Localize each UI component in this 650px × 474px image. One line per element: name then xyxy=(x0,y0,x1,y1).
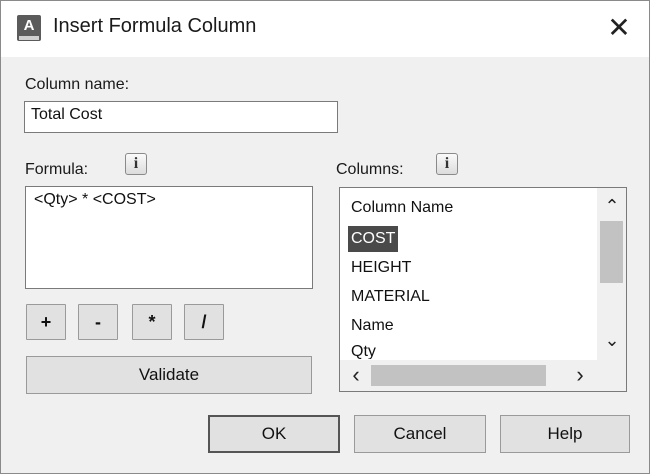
plus-operator-button[interactable]: + xyxy=(26,304,66,340)
column-name-label: Column name: xyxy=(25,76,130,93)
columns-label: Columns: xyxy=(336,161,404,178)
column-name-input[interactable]: Total Cost xyxy=(24,101,338,133)
scroll-down-icon[interactable]: ⌄ xyxy=(602,330,622,350)
column-list-item-selected[interactable]: COST xyxy=(348,226,399,252)
column-list-item[interactable]: Column Name xyxy=(348,195,456,221)
app-icon-letter: A xyxy=(23,17,35,34)
validate-button[interactable]: Validate xyxy=(26,356,312,394)
columns-listbox[interactable]: Column Name COST HEIGHT MATERIAL Name Qt… xyxy=(339,187,627,392)
multiply-operator-button[interactable]: * xyxy=(132,304,172,340)
column-list-item[interactable]: Qty xyxy=(348,341,379,359)
formula-info-icon[interactable]: i xyxy=(125,153,147,175)
column-list-item[interactable]: MATERIAL xyxy=(348,284,433,310)
title-bar: A Insert Formula Column ✕ xyxy=(1,1,649,57)
formula-label: Formula: xyxy=(25,161,89,178)
minus-operator-button[interactable]: - xyxy=(78,304,118,340)
column-list-item[interactable]: Name xyxy=(348,313,397,339)
dialog-title: Insert Formula Column xyxy=(53,15,257,37)
app-icon: A xyxy=(17,15,41,41)
cancel-button[interactable]: Cancel xyxy=(354,415,486,453)
formula-input[interactable]: <Qty> * <COST> xyxy=(25,186,313,289)
scrollbar-corner xyxy=(597,360,626,391)
close-button[interactable]: ✕ xyxy=(601,11,637,47)
ok-button[interactable]: OK xyxy=(208,415,340,453)
scroll-right-icon[interactable]: › xyxy=(570,364,590,386)
scroll-left-icon[interactable]: ‹ xyxy=(346,364,366,386)
insert-formula-column-dialog: A Insert Formula Column ✕ Column name: T… xyxy=(0,0,650,474)
vertical-scrollbar[interactable]: ⌃ ⌄ xyxy=(597,188,626,360)
divide-operator-button[interactable]: / xyxy=(184,304,224,340)
help-button[interactable]: Help xyxy=(500,415,630,453)
horizontal-scrollbar[interactable]: ‹ › xyxy=(340,360,597,391)
app-icon-strip xyxy=(19,36,39,40)
column-list-item[interactable]: HEIGHT xyxy=(348,255,414,281)
scroll-up-icon[interactable]: ⌃ xyxy=(602,196,622,216)
columns-info-icon[interactable]: i xyxy=(436,153,458,175)
vertical-scroll-thumb[interactable] xyxy=(600,221,623,283)
horizontal-scroll-thumb[interactable] xyxy=(371,365,546,386)
